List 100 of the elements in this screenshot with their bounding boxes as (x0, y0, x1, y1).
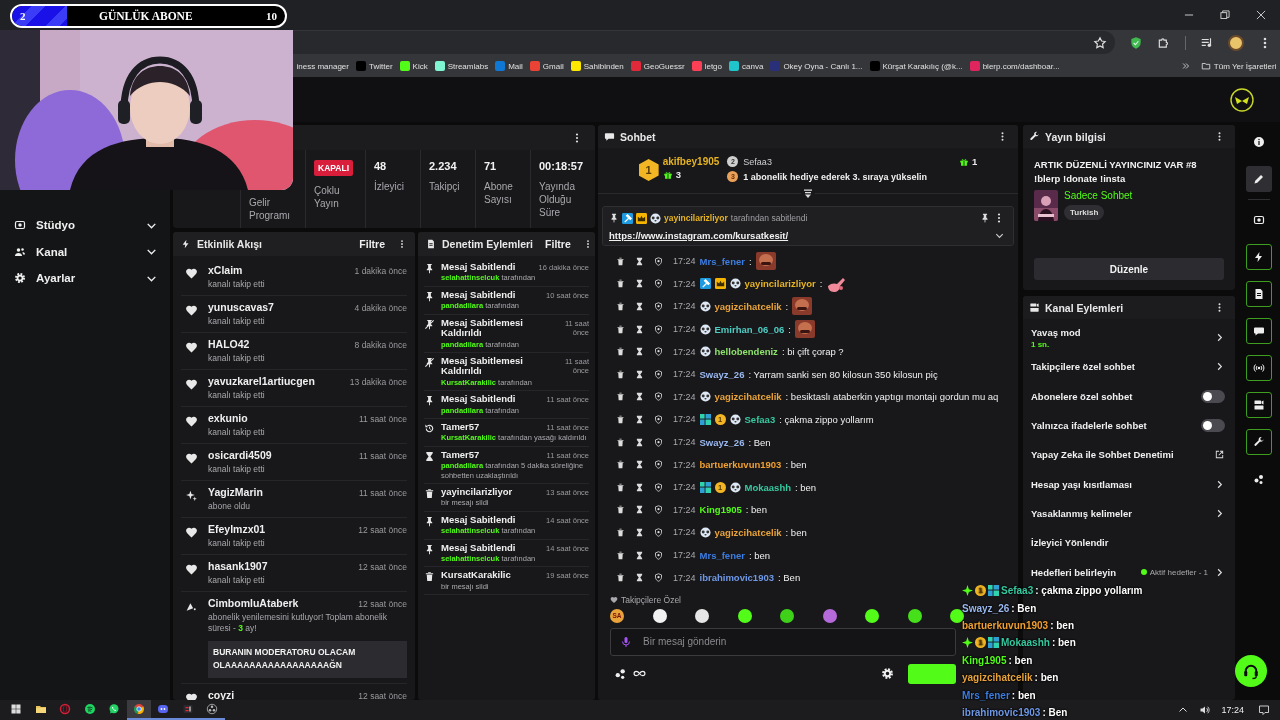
bookmark[interactable]: Okey Oyna - Canlı 1... (766, 61, 866, 71)
bookmark[interactable]: Kürşat Karakılıç (@k... (866, 61, 967, 71)
address-field[interactable] (293, 31, 1115, 54)
action-label[interactable]: Takipçilere özel sohbet (1031, 361, 1135, 373)
filter-button[interactable]: Filtre (353, 238, 391, 250)
external-link-icon[interactable] (1214, 449, 1225, 461)
bookmark[interactable]: Kick (396, 61, 432, 71)
bookmark[interactable]: Gmail (526, 61, 568, 71)
action-label[interactable]: Hedefleri belirleyin (1031, 566, 1116, 578)
trash-icon[interactable] (616, 256, 625, 266)
chat-username[interactable]: ibrahimovic1903 (699, 572, 774, 584)
hourglass-icon[interactable] (635, 302, 644, 311)
shield-icon[interactable] (654, 527, 663, 537)
shield-icon[interactable] (654, 392, 663, 402)
hourglass-icon[interactable] (635, 369, 644, 379)
category-link[interactable]: Sadece Sohbet (1064, 189, 1133, 201)
shield-icon[interactable] (654, 324, 663, 334)
sidebar-item[interactable]: Stüdyo (0, 212, 170, 239)
shield-icon[interactable] (654, 347, 663, 357)
hourglass-icon[interactable] (635, 460, 644, 470)
chat-username[interactable]: Mrs_fener (699, 549, 745, 561)
trash-icon[interactable] (616, 347, 625, 357)
hourglass-icon[interactable] (635, 256, 644, 266)
trash-icon[interactable] (616, 505, 625, 515)
bookmark[interactable]: Mail (491, 61, 527, 71)
chat-username[interactable]: yagizcihatcelik (714, 526, 782, 538)
toggle-switch[interactable] (1201, 419, 1225, 433)
hourglass-icon[interactable] (635, 505, 644, 515)
chat-username[interactable]: Swayz_26 (699, 368, 745, 380)
trash-icon[interactable] (616, 482, 625, 492)
settings-icon[interactable] (881, 667, 894, 681)
action-label[interactable]: Hesap yaşı kısıtlaması (1031, 478, 1132, 490)
avatar-icon[interactable] (1228, 34, 1244, 51)
logo-icon[interactable] (1230, 88, 1254, 112)
rail-button[interactable] (1246, 166, 1272, 192)
message-field[interactable]: Bir mesaj gönderin (610, 627, 956, 656)
emote-icon[interactable] (865, 608, 879, 623)
emote-icon[interactable] (780, 608, 794, 623)
chat-username[interactable]: bartuerkuvun1903 (699, 459, 782, 471)
emote-icon[interactable] (695, 608, 709, 623)
hourglass-icon[interactable] (635, 437, 644, 447)
chat-username[interactable]: Sefaa3 (744, 413, 776, 425)
chat-username[interactable]: yagizcihatcelik (714, 301, 782, 312)
trash-icon[interactable] (616, 460, 625, 470)
hourglass-icon[interactable] (635, 347, 644, 357)
hourglass-icon[interactable] (635, 324, 644, 334)
bookmark[interactable]: iness manager (293, 61, 353, 71)
action-label[interactable]: Yasaklanmış kelimeler (1031, 507, 1132, 519)
shield-icon[interactable] (654, 437, 663, 447)
filter-button[interactable]: Filtre (539, 238, 577, 250)
rail-button[interactable] (1246, 392, 1272, 418)
emote-icon[interactable] (950, 608, 964, 623)
trash-icon[interactable] (616, 392, 625, 402)
hourglass-icon[interactable] (635, 527, 644, 537)
hourglass-icon[interactable] (635, 392, 644, 402)
hourglass-icon[interactable] (635, 550, 644, 560)
action-label[interactable]: Yapay Zeka ile Sohbet Denetimi (1031, 449, 1174, 461)
notification-icon[interactable] (1258, 704, 1270, 716)
trash-icon[interactable] (616, 279, 625, 289)
emote-icon[interactable] (907, 608, 922, 623)
shield-icon[interactable] (1129, 35, 1143, 50)
chat-username[interactable]: King1905 (699, 504, 742, 516)
bookmark[interactable]: blerp.com/dashboar... (966, 61, 1064, 71)
help-button[interactable] (1235, 655, 1267, 687)
shield-icon[interactable] (654, 369, 663, 379)
microphone-icon[interactable] (620, 635, 632, 648)
trash-icon[interactable] (616, 437, 625, 447)
trash-icon[interactable] (616, 369, 625, 379)
shield-icon[interactable] (654, 505, 663, 515)
dots-icon[interactable] (614, 667, 627, 681)
shield-icon[interactable] (654, 256, 663, 266)
chat-username[interactable]: hellobendeniz (714, 346, 778, 358)
bookmark[interactable]: canva (725, 61, 767, 71)
shield-icon[interactable] (654, 279, 663, 289)
rail-button[interactable] (1246, 244, 1272, 270)
action-label[interactable]: İzleyici Yönlendir (1031, 537, 1109, 549)
bookmark[interactable]: GeoGuessr (627, 61, 689, 71)
toggle-switch[interactable] (1201, 389, 1225, 403)
shield-icon[interactable] (654, 414, 663, 424)
hourglass-icon[interactable] (635, 482, 644, 492)
hourglass-icon[interactable] (635, 279, 644, 289)
hourglass-icon[interactable] (635, 414, 644, 424)
emote-icon[interactable] (652, 608, 667, 623)
sidebar-item[interactable]: Kanal (0, 238, 170, 265)
chat-username[interactable]: Swayz_26 (699, 436, 745, 448)
rail-button[interactable] (1246, 429, 1272, 455)
restore-icon[interactable] (1218, 8, 1232, 22)
bookmark[interactable]: letgo (688, 61, 726, 71)
chat-username[interactable]: yayincilarizliyor (744, 278, 816, 290)
chat-username[interactable]: Mokaashh (744, 481, 791, 493)
shield-icon[interactable] (654, 573, 663, 583)
chat-username[interactable]: Emirhan_06_06 (714, 323, 785, 335)
rail-button[interactable] (1246, 318, 1272, 344)
chat-username[interactable]: yagizcihatcelik (714, 391, 782, 403)
media-icon[interactable] (1200, 35, 1214, 50)
send-button[interactable] (908, 663, 956, 684)
rail-button[interactable] (1246, 355, 1272, 381)
action-label[interactable]: Abonelere özel sohbet (1031, 390, 1133, 402)
extensions-icon[interactable] (1157, 35, 1171, 50)
pinned-link[interactable]: https://www.instagram.com/kursatkesit/ (609, 230, 789, 241)
